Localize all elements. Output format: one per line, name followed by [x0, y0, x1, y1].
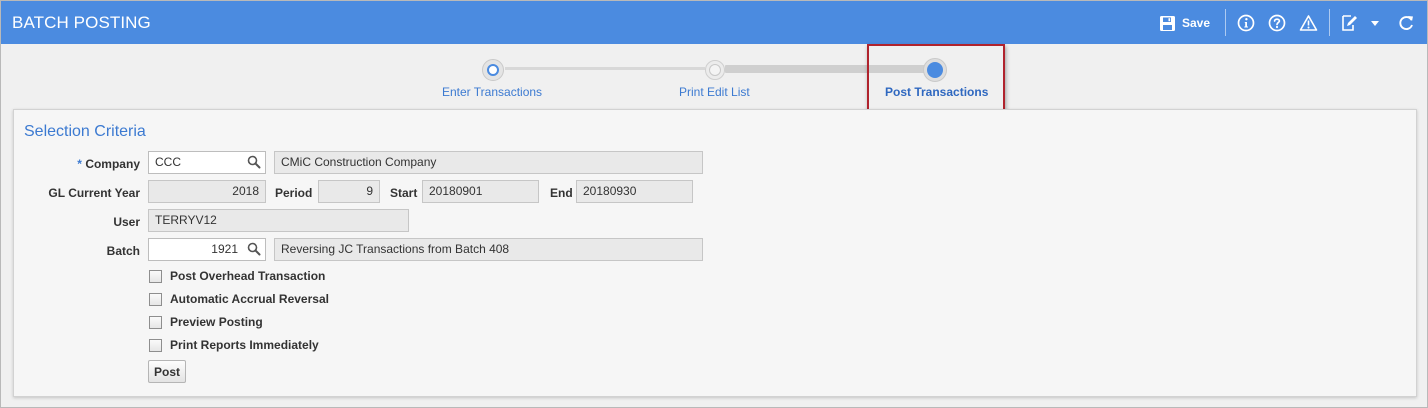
required-indicator: * — [77, 157, 82, 171]
end-field: 20180930 — [576, 180, 693, 203]
preview-posting-label[interactable]: Preview Posting — [170, 315, 263, 329]
train-label-enter-transactions[interactable]: Enter Transactions — [442, 85, 542, 99]
batch-label: Batch — [106, 244, 140, 258]
page-title: BATCH POSTING — [12, 13, 151, 32]
end-label: End — [550, 186, 573, 200]
company-value: CCC — [155, 155, 181, 169]
gl-current-year-field: 2018 — [148, 180, 266, 203]
train-stop-print-edit-list[interactable] — [705, 60, 725, 80]
automatic-accrual-reversal-checkbox[interactable] — [149, 293, 162, 306]
start-label: Start — [390, 186, 418, 200]
warning-button[interactable] — [1299, 11, 1318, 35]
train-stop-enter-transactions[interactable] — [482, 59, 504, 81]
company-input[interactable]: CCC — [148, 151, 266, 174]
print-reports-immediately-label[interactable]: Print Reports Immediately — [170, 338, 319, 352]
refresh-icon — [1399, 16, 1413, 30]
help-icon — [1268, 14, 1286, 32]
edit-icon — [1342, 15, 1357, 31]
save-button[interactable]: Save — [1159, 11, 1210, 35]
warning-icon — [1299, 15, 1318, 31]
start-field: 20180901 — [422, 180, 539, 203]
edit-menu-dropdown[interactable] — [1370, 11, 1380, 35]
selection-criteria-panel: Selection Criteria * Company CCC CMiC Co… — [13, 109, 1417, 397]
search-icon[interactable] — [247, 242, 261, 256]
train-label-print-edit-list[interactable]: Print Edit List — [679, 85, 750, 99]
info-button[interactable] — [1237, 11, 1255, 35]
post-overhead-checkbox[interactable] — [149, 270, 162, 283]
period-field: 9 — [318, 180, 380, 203]
refresh-button[interactable] — [1397, 11, 1415, 35]
period-label: Period — [275, 186, 313, 200]
app-header: BATCH POSTING Save — [1, 1, 1427, 44]
gl-current-year-label: GL Current Year — [48, 186, 140, 200]
save-label: Save — [1182, 16, 1211, 30]
highlight-box — [867, 44, 1005, 112]
save-icon — [1160, 15, 1175, 31]
edit-menu-button[interactable] — [1341, 11, 1358, 35]
automatic-accrual-reversal-label[interactable]: Automatic Accrual Reversal — [170, 292, 329, 306]
company-label: * Company — [77, 157, 140, 171]
info-icon — [1237, 14, 1255, 32]
train-connector — [505, 67, 705, 70]
print-reports-immediately-checkbox[interactable] — [149, 339, 162, 352]
post-overhead-label[interactable]: Post Overhead Transaction — [170, 269, 325, 283]
batch-description: Reversing JC Transactions from Batch 408 — [274, 238, 703, 261]
user-label: User — [113, 215, 140, 229]
header-divider — [1225, 9, 1226, 36]
preview-posting-checkbox[interactable] — [149, 316, 162, 329]
help-button[interactable] — [1268, 11, 1286, 35]
search-icon[interactable] — [247, 155, 261, 169]
batch-value: 1921 — [211, 242, 238, 256]
company-description: CMiC Construction Company — [274, 151, 703, 174]
user-field: TERRYV12 — [148, 209, 409, 232]
chevron-down-icon — [1371, 21, 1379, 26]
batch-input[interactable]: 1921 — [148, 238, 266, 261]
header-divider — [1329, 9, 1330, 36]
section-title: Selection Criteria — [24, 123, 146, 140]
post-button[interactable]: Post — [148, 360, 186, 383]
